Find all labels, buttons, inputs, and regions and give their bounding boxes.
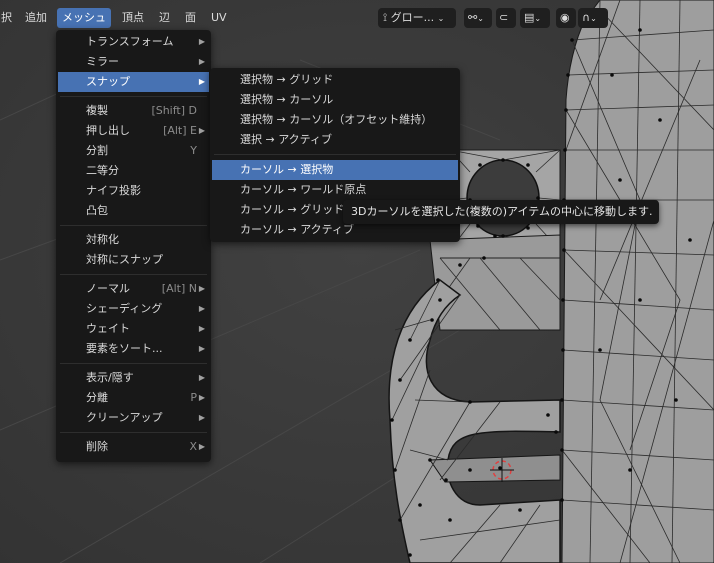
submenu-arrow-icon: ▶ (198, 77, 205, 86)
menu-item-transform[interactable]: トランスフォーム ▶ (58, 32, 209, 52)
separator (60, 96, 207, 97)
menu-edge[interactable]: 辺 (154, 8, 175, 28)
separator (60, 432, 207, 433)
separator (60, 225, 207, 226)
mesh-cylinder (561, 0, 714, 563)
viewport-header: 択 追加 メッシュ 頂点 辺 面 UV ⟟ グロー... ⌄ ⚯⌄ ⊂ ▤⌄ ◉… (0, 8, 714, 30)
falloff-dropdown[interactable]: ∩⌄ (578, 8, 608, 28)
pivot-icon: ⚯ (468, 11, 478, 24)
snap-selection-to-cursor-offset[interactable]: 選択物 → カーソル（オフセット維持） (212, 110, 458, 130)
menu-item-weights[interactable]: ウェイト ▶ (58, 319, 209, 339)
chevron-down-icon: ⌄ (477, 14, 484, 23)
menu-item-sort-elements[interactable]: 要素をソート... ▶ (58, 339, 209, 359)
pivot-dropdown[interactable]: ⚯⌄ (464, 8, 492, 28)
submenu-arrow-icon: ▶ (198, 344, 205, 353)
chevron-down-icon: ⌄ (437, 14, 445, 23)
menu-item-mirror[interactable]: ミラー ▶ (58, 52, 209, 72)
snap-selection-to-active[interactable]: 選択 → アクティブ (212, 130, 458, 150)
mesh-bar (429, 234, 561, 331)
mesh-menu: トランスフォーム ▶ ミラー ▶ スナップ ▶ 複製 [Shift] D 押し出し [Al… (56, 30, 211, 462)
proportional-toggle[interactable]: ◉ (556, 8, 576, 28)
menu-item-normals[interactable]: ノーマル [Alt] N ▶ (58, 279, 209, 299)
menu-item-convex-hull[interactable]: 凸包 (58, 201, 209, 221)
transform-orientation-dropdown[interactable]: ⟟ グロー... ⌄ (378, 8, 456, 28)
snap-target-dropdown[interactable]: ▤⌄ (520, 8, 550, 28)
snap-toggle[interactable]: ⊂ (496, 8, 516, 28)
submenu-arrow-icon: ▶ (198, 373, 205, 382)
transform-orientation-icon: ⟟ (383, 11, 388, 24)
submenu-arrow-icon: ▶ (198, 324, 205, 333)
menu-item-clean-up[interactable]: クリーンアップ ▶ (58, 408, 209, 428)
menu-item-duplicate[interactable]: 複製 [Shift] D (58, 101, 209, 121)
menu-item-show-hide[interactable]: 表示/隠す ▶ (58, 368, 209, 388)
snap-cursor-to-selected[interactable]: カーソル → 選択物 (212, 160, 458, 180)
menu-item-bisect[interactable]: 二等分 (58, 161, 209, 181)
snap-target-icon: ▤ (524, 11, 535, 24)
snap-selection-to-cursor[interactable]: 選択物 → カーソル (212, 90, 458, 110)
menu-item-delete[interactable]: 削除 X ▶ (58, 437, 209, 457)
menu-mesh[interactable]: メッシュ (57, 8, 111, 28)
menu-vertex[interactable]: 頂点 (117, 8, 149, 28)
chevron-down-icon: ⌄ (534, 14, 542, 23)
menu-item-extrude[interactable]: 押し出し [Alt] E ▶ (58, 121, 209, 141)
submenu-arrow-icon: ▶ (198, 126, 205, 135)
menu-select[interactable]: 択 (0, 8, 17, 28)
menu-uv[interactable]: UV (206, 8, 232, 28)
menu-item-snap-to-symmetry[interactable]: 対称にスナップ (58, 250, 209, 270)
submenu-arrow-icon: ▶ (198, 413, 205, 422)
falloff-icon: ∩ (582, 11, 591, 24)
separator (214, 154, 456, 155)
menu-item-snap[interactable]: スナップ ▶ (58, 72, 209, 92)
menu-face[interactable]: 面 (180, 8, 201, 28)
submenu-arrow-icon: ▶ (198, 304, 205, 313)
chevron-down-icon: ⌄ (590, 14, 597, 23)
separator (60, 274, 207, 275)
submenu-arrow-icon: ▶ (198, 284, 205, 293)
proportional-icon: ◉ (560, 11, 570, 24)
snap-cursor-to-world-origin[interactable]: カーソル → ワールド原点 (212, 180, 458, 200)
menu-item-symmetrize[interactable]: 対称化 (58, 230, 209, 250)
snap-selection-to-grid[interactable]: 選択物 → グリッド (212, 70, 458, 90)
separator (60, 363, 207, 364)
menu-item-knife-project[interactable]: ナイフ投影 (58, 181, 209, 201)
menu-item-shading[interactable]: シェーディング ▶ (58, 299, 209, 319)
menu-item-split[interactable]: 分割 Y (58, 141, 209, 161)
menu-item-separate[interactable]: 分離 P ▶ (58, 388, 209, 408)
tooltip: 3Dカーソルを選択した(複数の)アイテムの中心に移動します. (343, 200, 659, 224)
submenu-arrow-icon: ▶ (198, 37, 205, 46)
submenu-arrow-icon: ▶ (198, 57, 205, 66)
menu-add[interactable]: 追加 (20, 8, 52, 28)
snap-icon: ⊂ (499, 11, 509, 24)
submenu-arrow-icon: ▶ (198, 393, 205, 402)
submenu-arrow-icon: ▶ (198, 442, 205, 451)
